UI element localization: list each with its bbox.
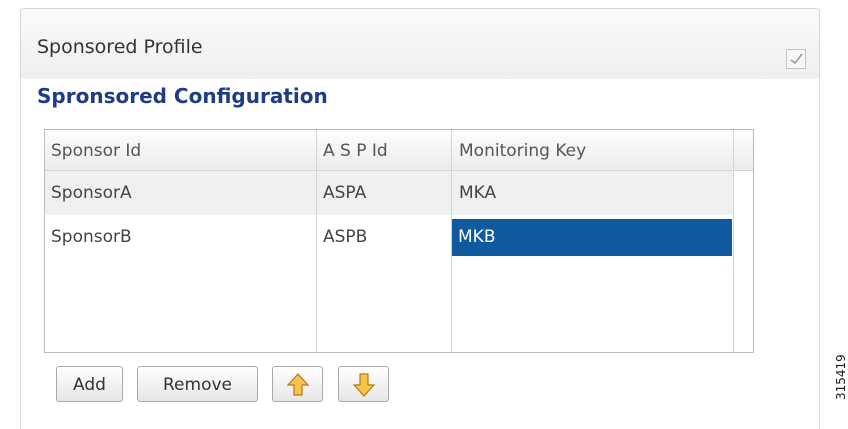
move-up-button[interactable] (272, 366, 323, 402)
remove-button[interactable]: Remove (137, 366, 258, 402)
arrow-down-icon (352, 373, 376, 397)
selected-cell[interactable]: MKB (452, 219, 732, 256)
cell-sponsor-id[interactable]: SponsorA (51, 183, 132, 203)
column-header-monitoring-key[interactable]: Monitoring Key (459, 141, 586, 161)
add-button[interactable]: Add (56, 366, 123, 402)
move-down-button[interactable] (338, 366, 389, 402)
cell-monitoring-key[interactable]: MKA (459, 183, 496, 203)
check-icon (790, 53, 803, 65)
cell-monitoring-key: MKB (458, 227, 496, 247)
table-scrollbar-track[interactable] (733, 130, 753, 352)
panel-checkbox[interactable] (786, 49, 806, 69)
cell-sponsor-id[interactable]: SponsorB (51, 227, 132, 247)
section-title: Spronsored Configuration (37, 84, 328, 108)
sponsor-table: Sponsor Id A S P Id Monitoring Key Spons… (44, 129, 754, 353)
column-header-asp-id[interactable]: A S P Id (323, 141, 388, 161)
panel-header: Sponsored Profile (21, 9, 819, 79)
cell-asp-id[interactable]: ASPB (323, 227, 367, 247)
cell-asp-id[interactable]: ASPA (323, 183, 366, 203)
column-header-sponsor-id[interactable]: Sponsor Id (51, 141, 141, 161)
panel-title: Sponsored Profile (37, 36, 203, 58)
figure-id: 315419 (834, 354, 848, 400)
arrow-up-icon (286, 373, 310, 396)
